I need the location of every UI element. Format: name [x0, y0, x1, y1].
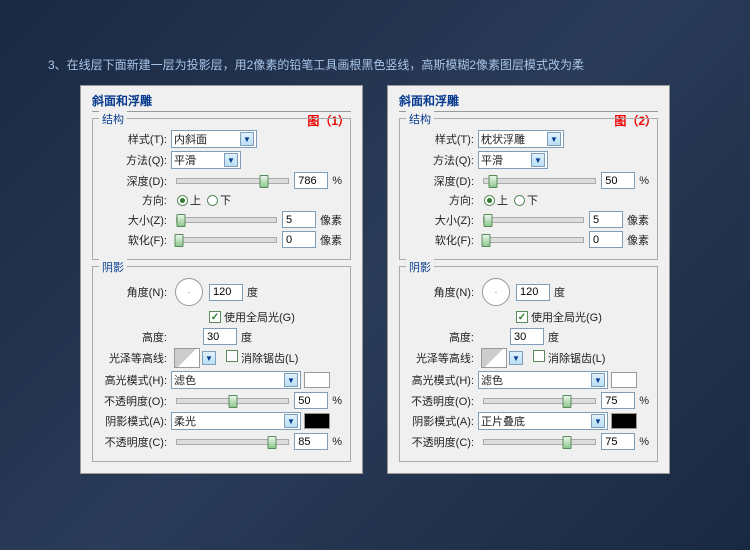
altitude-label: 高度: — [406, 329, 478, 345]
chevron-down-icon[interactable]: ▼ — [509, 351, 523, 365]
global-light-check[interactable]: ✓ — [516, 311, 528, 323]
opacity-slider[interactable] — [176, 398, 289, 404]
chevron-down-icon: ▼ — [591, 373, 605, 387]
angle-input[interactable] — [516, 284, 550, 301]
chevron-down-icon: ▼ — [591, 414, 605, 428]
chevron-down-icon[interactable]: ▼ — [202, 351, 216, 365]
style-label: 样式(T): — [406, 131, 478, 147]
chevron-down-icon: ▼ — [240, 132, 254, 146]
chevron-down-icon: ▼ — [224, 153, 238, 167]
shadow-group: 阴影 角度(N): · 度 ✓使用全局光(G) 高度: 度 光泽等高线: ▼ 消… — [399, 266, 658, 462]
group-title: 结构 — [99, 111, 127, 127]
soften-label: 软化(F): — [406, 232, 478, 248]
direction-label: 方向: — [99, 192, 171, 208]
chevron-down-icon: ▼ — [284, 414, 298, 428]
depth-slider[interactable] — [176, 178, 289, 184]
angle-label: 角度(N): — [99, 284, 171, 300]
opacity-label: 不透明度(O): — [99, 393, 171, 409]
altitude-label: 高度: — [99, 329, 171, 345]
opacity2-label: 不透明度(C): — [99, 434, 171, 450]
opacity-input[interactable] — [601, 392, 635, 409]
depth-label: 深度(D): — [99, 173, 171, 189]
style-label: 样式(T): — [99, 131, 171, 147]
depth-input[interactable] — [294, 172, 328, 189]
opacity2-label: 不透明度(C): — [406, 434, 478, 450]
opacity2-input[interactable] — [294, 433, 328, 450]
angle-label: 角度(N): — [406, 284, 478, 300]
bevel-panel-1: 斜面和浮雕 图（1） 结构 样式(T): 内斜面▼ 方法(Q): 平滑▼ 深度(… — [80, 85, 363, 474]
dir-down-radio[interactable] — [207, 195, 218, 206]
group-title: 阴影 — [99, 259, 127, 275]
highlight-mode-select[interactable]: 滤色▼ — [478, 371, 608, 389]
soften-slider[interactable] — [176, 237, 277, 243]
shadow-group: 阴影 角度(N): · 度 ✓使用全局光(G) 高度: 度 光泽等高线: ▼ 消… — [92, 266, 351, 462]
soften-input[interactable] — [282, 231, 316, 248]
opacity-slider[interactable] — [483, 398, 596, 404]
shadow-mode-select[interactable]: 正片叠底▼ — [478, 412, 608, 430]
highlight-color-swatch[interactable] — [611, 372, 637, 388]
opacity-label: 不透明度(O): — [406, 393, 478, 409]
gloss-label: 光泽等高线: — [99, 350, 171, 366]
chevron-down-icon: ▼ — [531, 153, 545, 167]
gloss-contour[interactable] — [481, 348, 507, 368]
depth-label: 深度(D): — [406, 173, 478, 189]
size-label: 大小(Z): — [99, 212, 171, 228]
panel-title: 斜面和浮雕 — [399, 92, 658, 112]
chevron-down-icon: ▼ — [284, 373, 298, 387]
highlight-mode-select[interactable]: 滤色▼ — [171, 371, 301, 389]
dir-up-radio[interactable] — [177, 195, 188, 206]
opacity-input[interactable] — [294, 392, 328, 409]
instruction-text: 3、在线层下面新建一层为投影层，用2像素的铅笔工具画根黑色竖线，高斯模糊2像素图… — [0, 0, 750, 85]
soften-slider[interactable] — [483, 237, 584, 243]
method-select[interactable]: 平滑▼ — [478, 151, 548, 169]
shadow-color-swatch[interactable] — [304, 413, 330, 429]
style-select[interactable]: 枕状浮雕▼ — [478, 130, 564, 148]
opacity2-slider[interactable] — [176, 439, 289, 445]
group-title: 阴影 — [406, 259, 434, 275]
structure-group: 结构 样式(T): 枕状浮雕▼ 方法(Q): 平滑▼ 深度(D): % 方向: … — [399, 118, 658, 260]
structure-group: 结构 样式(T): 内斜面▼ 方法(Q): 平滑▼ 深度(D): % 方向: 上… — [92, 118, 351, 260]
size-input[interactable] — [589, 211, 623, 228]
antialias-check[interactable] — [226, 350, 238, 362]
size-label: 大小(Z): — [406, 212, 478, 228]
bevel-panel-2: 斜面和浮雕 图（2） 结构 样式(T): 枕状浮雕▼ 方法(Q): 平滑▼ 深度… — [387, 85, 670, 474]
angle-dial[interactable]: · — [175, 278, 203, 306]
highlight-color-swatch[interactable] — [304, 372, 330, 388]
angle-dial[interactable]: · — [482, 278, 510, 306]
shadow-mode-label: 阴影模式(A): — [99, 413, 171, 429]
antialias-check[interactable] — [533, 350, 545, 362]
method-select[interactable]: 平滑▼ — [171, 151, 241, 169]
soften-label: 软化(F): — [99, 232, 171, 248]
altitude-input[interactable] — [510, 328, 544, 345]
group-title: 结构 — [406, 111, 434, 127]
dir-down-radio[interactable] — [514, 195, 525, 206]
gloss-label: 光泽等高线: — [406, 350, 478, 366]
opacity2-input[interactable] — [601, 433, 635, 450]
depth-input[interactable] — [601, 172, 635, 189]
direction-label: 方向: — [406, 192, 478, 208]
style-select[interactable]: 内斜面▼ — [171, 130, 257, 148]
shadow-mode-label: 阴影模式(A): — [406, 413, 478, 429]
size-slider[interactable] — [483, 217, 584, 223]
gloss-contour[interactable] — [174, 348, 200, 368]
size-slider[interactable] — [176, 217, 277, 223]
angle-input[interactable] — [209, 284, 243, 301]
shadow-color-swatch[interactable] — [611, 413, 637, 429]
altitude-input[interactable] — [203, 328, 237, 345]
global-light-check[interactable]: ✓ — [209, 311, 221, 323]
soften-input[interactable] — [589, 231, 623, 248]
method-label: 方法(Q): — [406, 152, 478, 168]
opacity2-slider[interactable] — [483, 439, 596, 445]
chevron-down-icon: ▼ — [547, 132, 561, 146]
highlight-mode-label: 高光模式(H): — [99, 372, 171, 388]
highlight-mode-label: 高光模式(H): — [406, 372, 478, 388]
panel-title: 斜面和浮雕 — [92, 92, 351, 112]
shadow-mode-select[interactable]: 柔光▼ — [171, 412, 301, 430]
method-label: 方法(Q): — [99, 152, 171, 168]
dir-up-radio[interactable] — [484, 195, 495, 206]
size-input[interactable] — [282, 211, 316, 228]
depth-slider[interactable] — [483, 178, 596, 184]
